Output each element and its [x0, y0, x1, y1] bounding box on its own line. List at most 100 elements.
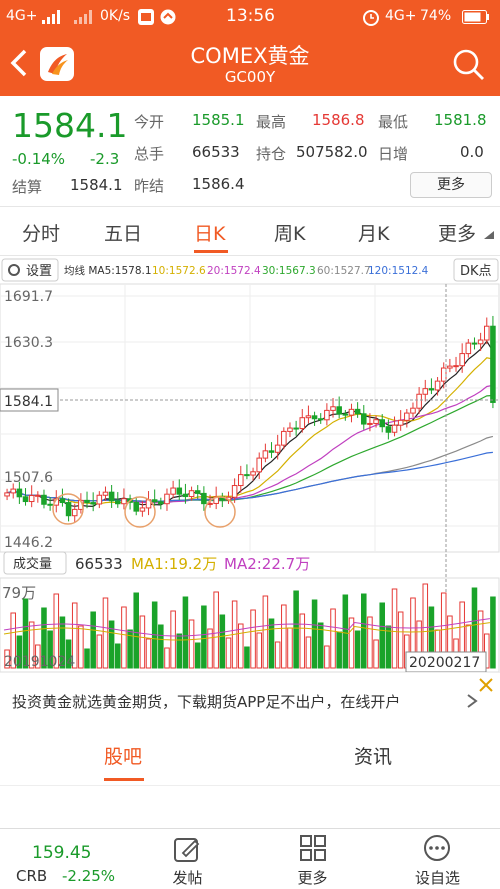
app-header: COMEX黄金 GC00Y [0, 34, 500, 96]
active-section-indicator [104, 778, 144, 781]
candle-body [317, 418, 324, 421]
more-dots-icon [424, 835, 450, 861]
open-interest-value: 507582.0 [296, 143, 368, 161]
volume-bar [213, 591, 219, 669]
volume-value: 66533 [192, 143, 240, 161]
volume-bar [78, 625, 84, 669]
more-label: 更多 [297, 869, 328, 887]
volume-bar [274, 641, 281, 669]
candle-body [477, 339, 484, 345]
volume-bar [244, 646, 250, 669]
candle-body [342, 413, 349, 416]
price-tag-value: 1584.1 [4, 394, 53, 410]
add-watchlist-label: 设自选 [414, 869, 460, 887]
volume-bar [299, 613, 306, 669]
tab-daily-k[interactable]: 日K [194, 219, 225, 246]
volume-bar [219, 614, 226, 669]
volume-bar [121, 606, 127, 669]
ad-banner[interactable]: 投资黄金就选黄金期货，下载期货APP足不出户，在线开户 [0, 672, 500, 726]
tab-more[interactable]: 更多 [438, 219, 476, 246]
candle-body [262, 450, 269, 459]
candle-body [121, 498, 127, 505]
volume-bar [164, 647, 170, 669]
more-quote-button[interactable]: 更多 [410, 172, 492, 198]
volume-bar [281, 604, 287, 669]
ma120-value: 120:1512.4 [368, 265, 429, 277]
active-tab-indicator [194, 250, 228, 253]
volume-bar [373, 639, 379, 669]
ma60-value: 60:1527.7 [317, 265, 371, 277]
open-interest-label: 持仓 [256, 145, 287, 163]
volume-bar [96, 634, 103, 669]
candle-body [410, 407, 416, 414]
tab-weekly-k[interactable]: 周K [274, 219, 305, 246]
volume-bar [194, 642, 201, 669]
page-title: COMEX黄金 [190, 44, 310, 68]
crb-value: 159.45 [32, 843, 92, 863]
crb-index[interactable]: 159.45 CRB -2.25% [0, 829, 125, 889]
network-speed: 0K/s [100, 8, 131, 24]
candle-body [281, 430, 287, 446]
tab-news[interactable]: 资讯 [354, 742, 392, 769]
post-label: 发帖 [172, 869, 203, 887]
app-notification-icon-2 [160, 9, 176, 25]
battery-level: 74% [420, 8, 452, 24]
crb-change: -2.25% [62, 867, 116, 885]
candle-body [96, 494, 103, 505]
candle-body [440, 367, 447, 382]
candle-body [28, 495, 35, 503]
candle-body [361, 413, 367, 425]
volume-bar [139, 615, 146, 669]
network-type: 4G+ [385, 8, 417, 24]
candle-body [459, 353, 465, 367]
volume-bar [287, 627, 293, 669]
y-tick-4: 1446.2 [4, 535, 53, 551]
section-tabs: 股吧 资讯 [0, 736, 500, 786]
volume-bar [342, 594, 349, 669]
search-button[interactable] [452, 48, 486, 82]
tab-five-day[interactable]: 五日 [104, 219, 142, 246]
more-button[interactable]: 更多 [250, 829, 375, 889]
volume-bar [133, 592, 139, 669]
post-button[interactable]: 发帖 [125, 829, 250, 889]
settings-button[interactable]: 设置 [1, 258, 59, 282]
close-icon[interactable] [478, 677, 494, 693]
volume-bar [158, 624, 164, 669]
candle-body [379, 419, 386, 428]
kline-chart[interactable]: 设置 均线 MA5:1578.1 10:1572.6 20:1572.4 30:… [0, 256, 500, 672]
add-watchlist-button[interactable]: 设自选 [375, 829, 500, 889]
tab-intraday[interactable]: 分时 [22, 219, 60, 246]
volume-bar [256, 632, 263, 669]
tab-forum[interactable]: 股吧 [104, 742, 142, 769]
volume-bar [145, 638, 152, 669]
period-tabs: 分时 五日 日K 周K 月K 更多 [0, 206, 500, 256]
candle-body [115, 500, 121, 505]
candle-body [90, 502, 96, 505]
candle-body [102, 491, 109, 496]
candle-body [139, 507, 146, 512]
volume-indicator-button[interactable]: 成交量 [3, 551, 67, 575]
candle-body [22, 496, 29, 503]
candle-body [35, 494, 41, 497]
candle-body [4, 492, 10, 497]
ma30-value: 30:1567.3 [262, 265, 316, 277]
candle-body [422, 388, 429, 395]
candle-body [16, 488, 23, 498]
volume-bar [90, 611, 96, 669]
signal-icon [42, 10, 60, 24]
candle-body [391, 424, 398, 433]
candle-body [10, 488, 16, 494]
candle-body [287, 427, 293, 432]
settle-label: 结算 [12, 178, 43, 196]
dk-button[interactable]: DK点 [453, 258, 499, 282]
candle-body [201, 492, 207, 505]
tab-monthly-k[interactable]: 月K [358, 219, 389, 246]
battery-icon [462, 10, 489, 24]
candle-body [170, 487, 176, 495]
candle-body [471, 342, 478, 345]
oi-change-label: 日增 [378, 145, 409, 163]
ad-text: 投资黄金就选黄金期货，下载期货APP足不出户，在线开户 [12, 693, 401, 711]
ma-header: 均线 MA5:1578.1 [64, 264, 152, 277]
volume-bar [250, 609, 256, 669]
candle-body [385, 426, 392, 433]
